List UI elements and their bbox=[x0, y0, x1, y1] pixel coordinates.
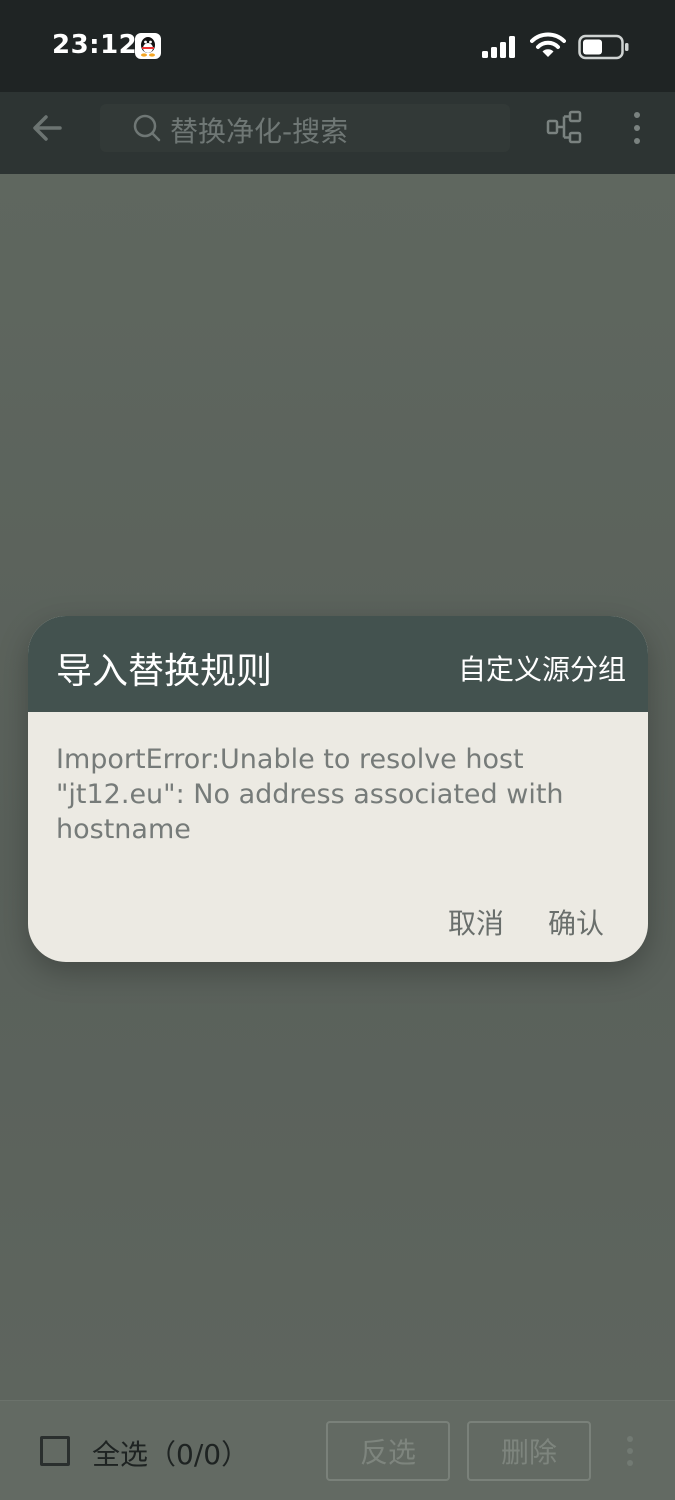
arrow-left-icon[interactable] bbox=[30, 110, 66, 146]
confirm-button[interactable]: 确认 bbox=[548, 902, 604, 942]
select-all-label[interactable]: 全选（0/0） bbox=[92, 1433, 249, 1473]
import-error-dialog: 导入替换规则 自定义源分组 ImportError:Unable to reso… bbox=[28, 616, 648, 962]
qq-icon bbox=[135, 33, 161, 59]
status-time: 23:12 bbox=[52, 30, 138, 60]
invert-selection-button[interactable]: 反选 bbox=[326, 1421, 450, 1481]
cancel-button[interactable]: 取消 bbox=[448, 902, 504, 942]
more-vertical-icon[interactable] bbox=[626, 110, 648, 146]
group-tree-icon[interactable] bbox=[546, 110, 582, 144]
battery-icon bbox=[578, 34, 629, 60]
dialog-title: 导入替换规则 bbox=[56, 651, 273, 692]
search-placeholder: 替换净化-搜索 bbox=[170, 115, 349, 148]
more-vertical-icon[interactable] bbox=[619, 1434, 641, 1468]
dialog-error-message: ImportError:Unable to resolve host "jt12… bbox=[56, 744, 564, 845]
delete-button[interactable]: 删除 bbox=[467, 1421, 591, 1481]
search-icon bbox=[133, 114, 161, 142]
dialog-header: 导入替换规则 自定义源分组 bbox=[28, 616, 648, 712]
wifi-icon bbox=[530, 32, 566, 57]
custom-source-group-button[interactable]: 自定义源分组 bbox=[458, 648, 626, 688]
select-all-checkbox[interactable] bbox=[40, 1436, 70, 1466]
signal-icon bbox=[482, 36, 515, 58]
status-bar: 23:12 bbox=[0, 0, 675, 92]
